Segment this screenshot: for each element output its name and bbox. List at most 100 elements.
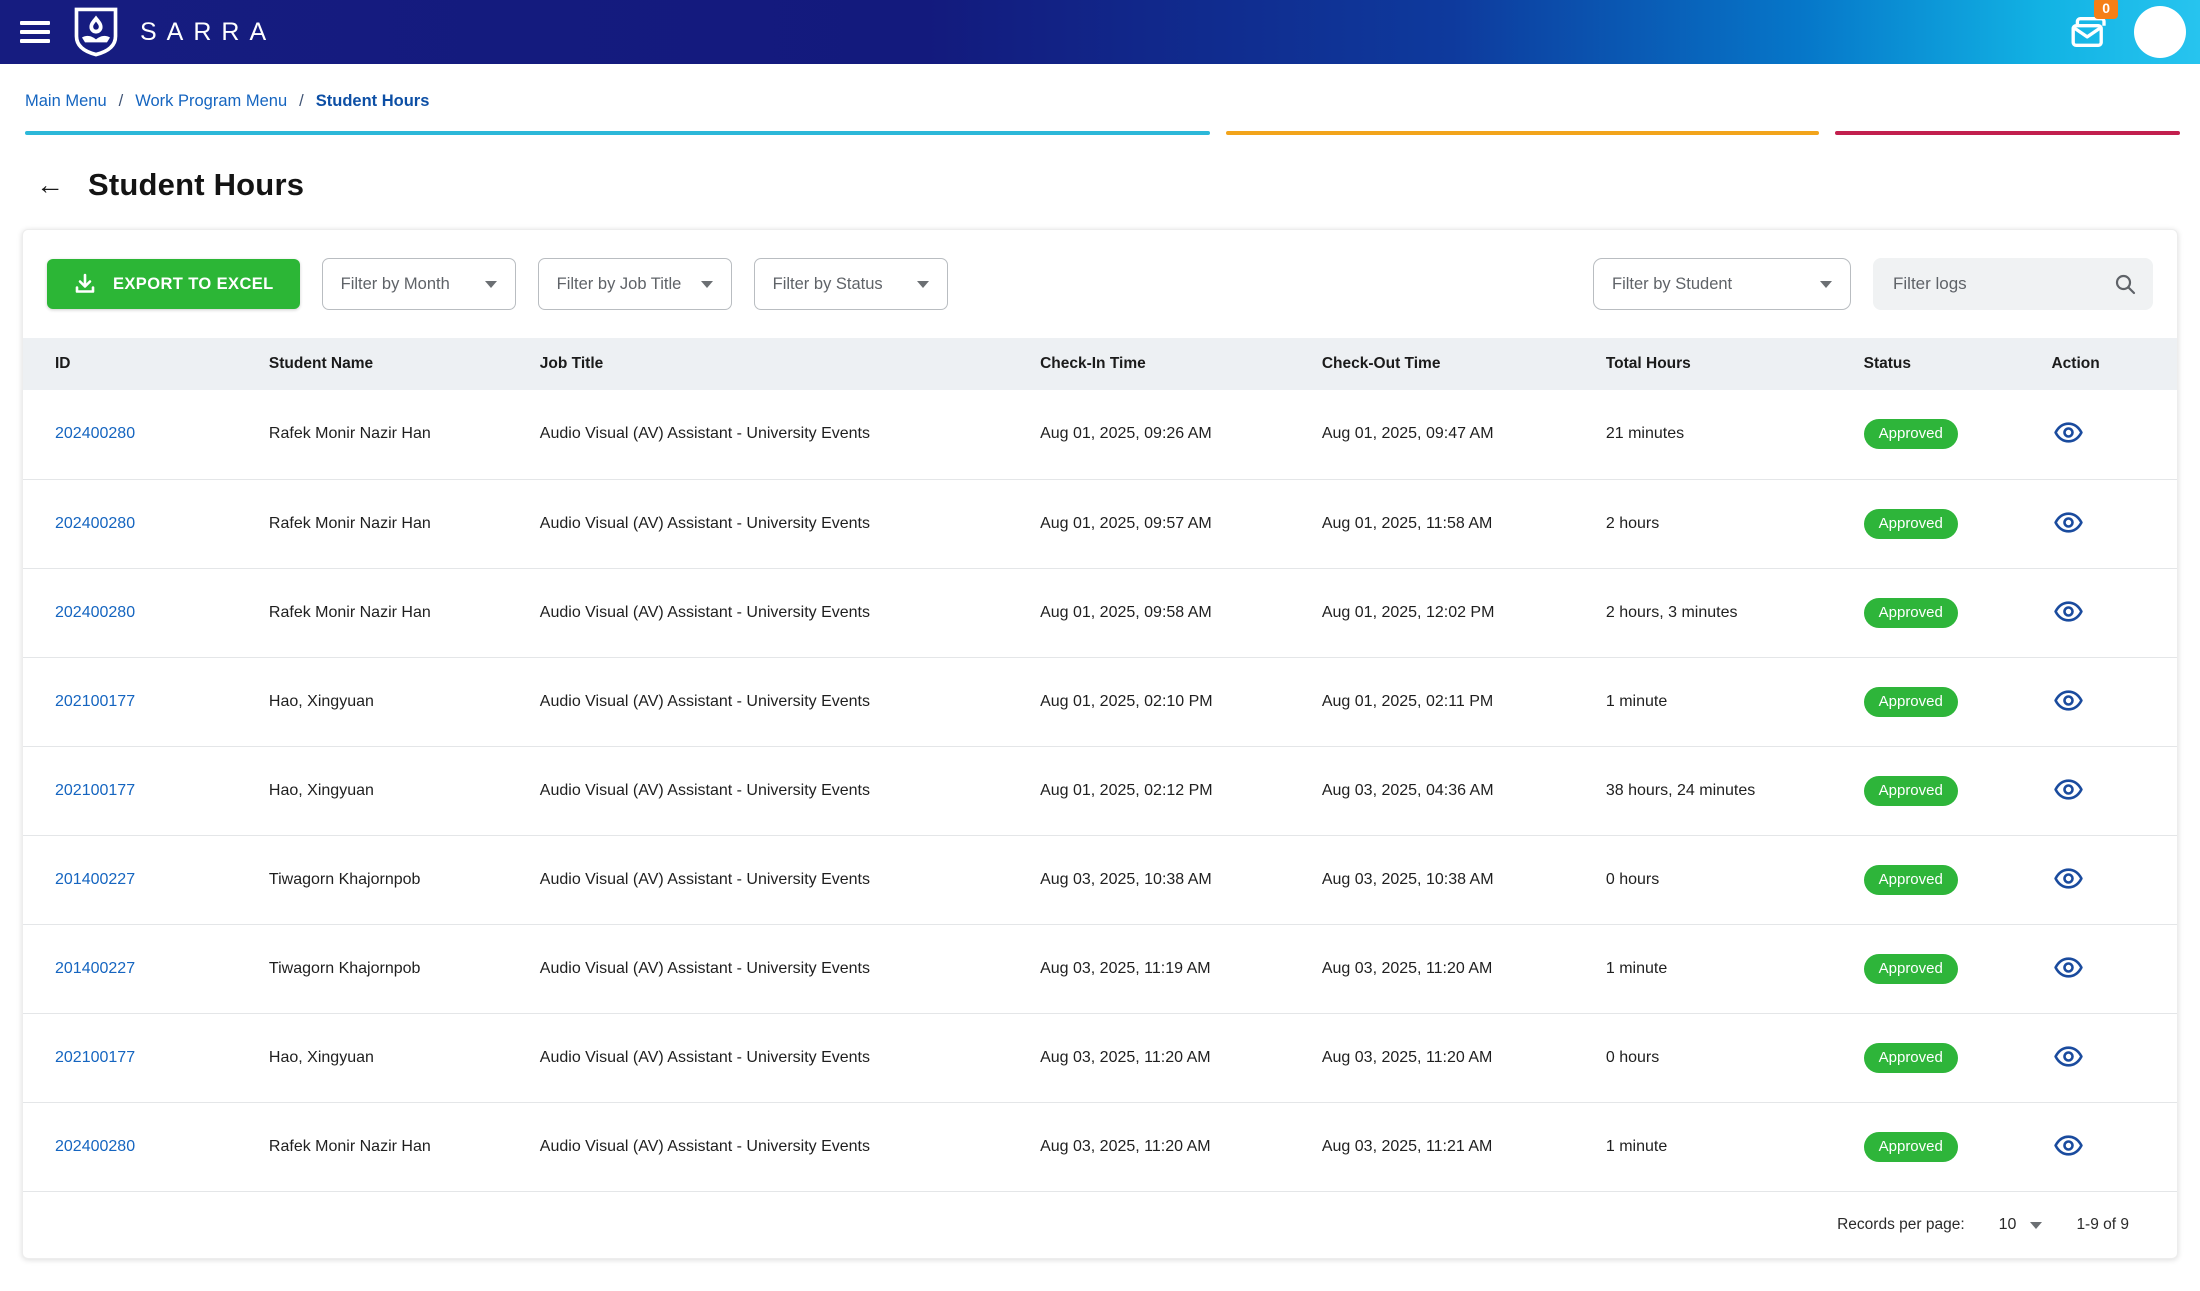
back-button[interactable]: ← bbox=[36, 171, 64, 199]
column-header-total-hours: Total Hours bbox=[1596, 338, 1854, 390]
total-hours-cell: 0 hours bbox=[1596, 835, 1854, 924]
toolbar: EXPORT TO EXCEL Filter by Month Filter b… bbox=[23, 230, 2177, 338]
search-input[interactable] bbox=[1893, 274, 2103, 294]
student-id-link[interactable]: 201400227 bbox=[55, 871, 135, 888]
page-size-select[interactable]: 10 bbox=[1999, 1216, 2043, 1234]
filter-by-month-dropdown[interactable]: Filter by Month bbox=[322, 258, 516, 310]
view-action-button[interactable] bbox=[2051, 1128, 2086, 1163]
student-name-cell: Rafek Monir Nazir Han bbox=[259, 1102, 530, 1191]
view-action-button[interactable] bbox=[2051, 505, 2086, 540]
check-out-cell: Aug 03, 2025, 11:21 AM bbox=[1312, 1102, 1596, 1191]
status-badge: Approved bbox=[1864, 954, 1958, 984]
check-in-cell: Aug 03, 2025, 11:20 AM bbox=[1030, 1102, 1312, 1191]
page-title: Student Hours bbox=[88, 167, 304, 203]
filter-logs-searchbox[interactable] bbox=[1873, 258, 2153, 310]
table-row: 202400280 Rafek Monir Nazir HanAudio Visu… bbox=[23, 1102, 2177, 1191]
view-action-button[interactable] bbox=[2051, 772, 2086, 807]
filter-by-job-title-dropdown[interactable]: Filter by Job Title bbox=[538, 258, 732, 310]
total-hours-cell: 1 minute bbox=[1596, 1102, 1854, 1191]
job-title-cell: Audio Visual (AV) Assistant - University… bbox=[530, 568, 1030, 657]
student-id-link[interactable]: 202100177 bbox=[55, 782, 135, 799]
export-to-excel-button[interactable]: EXPORT TO EXCEL bbox=[47, 259, 300, 309]
filter-by-status-dropdown[interactable]: Filter by Status bbox=[754, 258, 948, 310]
student-name-cell: Tiwagorn Khajornpob bbox=[259, 924, 530, 1013]
tricolor-divider bbox=[25, 131, 2180, 135]
column-header-student-name: Student Name bbox=[259, 338, 530, 390]
page-size-value: 10 bbox=[1999, 1216, 2017, 1234]
student-id-link[interactable]: 202400280 bbox=[55, 515, 135, 532]
breadcrumb-current: Student Hours bbox=[316, 92, 430, 111]
messages-button[interactable]: 0 bbox=[2068, 10, 2112, 54]
user-avatar[interactable] bbox=[2134, 6, 2186, 58]
brand-name: SARRA bbox=[140, 18, 276, 47]
view-action-button[interactable] bbox=[2051, 861, 2086, 896]
total-hours-cell: 21 minutes bbox=[1596, 390, 1854, 479]
eye-icon bbox=[2053, 596, 2084, 627]
column-header-check-in: Check-In Time bbox=[1030, 338, 1312, 390]
status-badge: Approved bbox=[1864, 776, 1958, 806]
job-title-cell: Audio Visual (AV) Assistant - University… bbox=[530, 924, 1030, 1013]
column-header-action: Action bbox=[2041, 338, 2177, 390]
student-id-link[interactable]: 202100177 bbox=[55, 693, 135, 710]
view-action-button[interactable] bbox=[2051, 683, 2086, 718]
student-id-link[interactable]: 202400280 bbox=[55, 604, 135, 621]
chevron-down-icon bbox=[2030, 1222, 2042, 1229]
job-title-cell: Audio Visual (AV) Assistant - University… bbox=[530, 390, 1030, 479]
top-navbar: SARRA 0 bbox=[0, 0, 2200, 64]
table-row: 202400280Rafek Monir Nazir HanAudio Visu… bbox=[23, 479, 2177, 568]
view-action-button[interactable] bbox=[2051, 950, 2086, 985]
eye-icon bbox=[2053, 685, 2084, 716]
check-out-cell: Aug 01, 2025, 11:58 AM bbox=[1312, 479, 1596, 568]
breadcrumb-separator: / bbox=[299, 92, 304, 111]
total-hours-cell: 38 hours, 24 minutes bbox=[1596, 746, 1854, 835]
column-header-status: Status bbox=[1854, 338, 2042, 390]
table-header-row: ID Student Name Job Title Check-In Time … bbox=[23, 338, 2177, 390]
breadcrumb-main-menu[interactable]: Main Menu bbox=[25, 92, 107, 111]
check-in-cell: Aug 03, 2025, 10:38 AM bbox=[1030, 835, 1312, 924]
menu-icon[interactable] bbox=[20, 21, 50, 43]
content-card: EXPORT TO EXCEL Filter by Month Filter b… bbox=[22, 229, 2178, 1259]
column-header-check-out: Check-Out Time bbox=[1312, 338, 1596, 390]
table-row: 201400227 Tiwagorn KhajornpobAudio Visual… bbox=[23, 924, 2177, 1013]
student-hours-table: ID Student Name Job Title Check-In Time … bbox=[23, 338, 2177, 1191]
filter-by-student-dropdown[interactable]: Filter by Student bbox=[1593, 258, 1851, 310]
app-logo-shield-icon bbox=[74, 7, 118, 57]
column-header-job-title: Job Title bbox=[530, 338, 1030, 390]
job-title-cell: Audio Visual (AV) Assistant - University… bbox=[530, 1013, 1030, 1102]
filter-by-month-label: Filter by Month bbox=[341, 275, 450, 294]
check-in-cell: Aug 01, 2025, 09:26 AM bbox=[1030, 390, 1312, 479]
chevron-down-icon bbox=[1820, 281, 1832, 288]
total-hours-cell: 1 minute bbox=[1596, 924, 1854, 1013]
student-name-cell: Rafek Monir Nazir Han bbox=[259, 390, 530, 479]
student-name-cell: Hao, Xingyuan bbox=[259, 1013, 530, 1102]
table-row: 202100177Hao, XingyuanAudio Visual (AV) … bbox=[23, 746, 2177, 835]
eye-icon bbox=[2053, 774, 2084, 805]
student-id-link[interactable]: 202100177 bbox=[55, 1049, 135, 1066]
student-id-link[interactable]: 202400280 bbox=[55, 425, 135, 442]
check-in-cell: Aug 03, 2025, 11:19 AM bbox=[1030, 924, 1312, 1013]
filter-by-job-title-label: Filter by Job Title bbox=[557, 275, 682, 294]
status-badge: Approved bbox=[1864, 865, 1958, 895]
job-title-cell: Audio Visual (AV) Assistant - University… bbox=[530, 1102, 1030, 1191]
job-title-cell: Audio Visual (AV) Assistant - University… bbox=[530, 746, 1030, 835]
chevron-down-icon bbox=[701, 281, 713, 288]
student-id-link[interactable]: 202400280 bbox=[55, 1138, 135, 1155]
student-name-cell: Tiwagorn Khajornpob bbox=[259, 835, 530, 924]
total-hours-cell: 1 minute bbox=[1596, 657, 1854, 746]
breadcrumb-work-program-menu[interactable]: Work Program Menu bbox=[135, 92, 287, 111]
status-badge: Approved bbox=[1864, 1132, 1958, 1162]
view-action-button[interactable] bbox=[2051, 594, 2086, 629]
table-row: 202100177Hao, XingyuanAudio Visual (AV) … bbox=[23, 657, 2177, 746]
view-action-button[interactable] bbox=[2051, 1039, 2086, 1074]
view-action-button[interactable] bbox=[2051, 415, 2086, 450]
eye-icon bbox=[2053, 1041, 2084, 1072]
check-out-cell: Aug 01, 2025, 02:11 PM bbox=[1312, 657, 1596, 746]
status-badge: Approved bbox=[1864, 1043, 1958, 1073]
student-id-link[interactable]: 201400227 bbox=[55, 960, 135, 977]
eye-icon bbox=[2053, 1130, 2084, 1161]
check-in-cell: Aug 01, 2025, 09:58 AM bbox=[1030, 568, 1312, 657]
total-hours-cell: 2 hours bbox=[1596, 479, 1854, 568]
table-row: 202400280 Rafek Monir Nazir HanAudio Visu… bbox=[23, 390, 2177, 479]
job-title-cell: Audio Visual (AV) Assistant - University… bbox=[530, 657, 1030, 746]
eye-icon bbox=[2053, 507, 2084, 538]
